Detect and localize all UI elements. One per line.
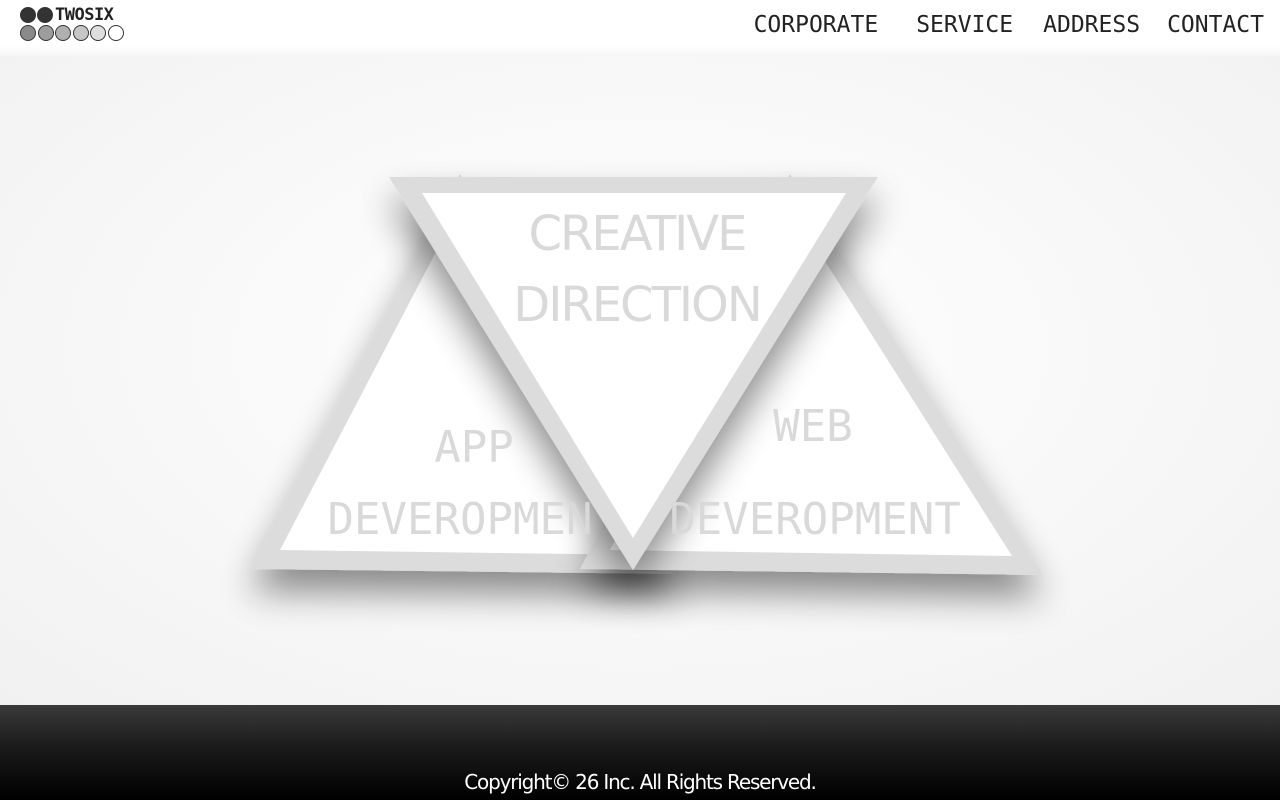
nav-item-service[interactable]: SERVICE: [916, 10, 1013, 40]
site-header: TWOSIX CORPORATE SERVICE ADDRESS CONTACT: [0, 0, 1280, 56]
logo-dot-icon: [107, 25, 124, 41]
nav-item-contact[interactable]: CONTACT: [1167, 10, 1264, 40]
nav-item-address[interactable]: ADDRESS: [1043, 10, 1140, 40]
logo-dot-icon: [90, 25, 106, 41]
main-nav: CORPORATE SERVICE ADDRESS CONTACT: [754, 10, 1264, 40]
brand-name: TWOSIX: [55, 5, 114, 25]
brand-logo[interactable]: TWOSIX: [20, 5, 130, 45]
creative-label-line2: DIRECTION: [513, 277, 760, 333]
nav-item-corporate[interactable]: CORPORATE: [754, 10, 879, 40]
logo-dot-icon: [20, 25, 36, 41]
copyright-text: Copyright© 26 Inc. All Rights Reserved.: [464, 770, 817, 794]
web-label-line1: WEB: [773, 401, 852, 452]
app-label-line1: APP: [434, 422, 513, 473]
logo-dots-bottom: [20, 25, 125, 41]
logo-dot-icon: [37, 7, 53, 23]
logo-dot-icon: [20, 7, 36, 23]
triangles-graphic: APP DEVEROPMEN CREATIVE DIRECTION WEB DE…: [250, 174, 1043, 575]
logo-dot-icon: [37, 25, 54, 41]
logo-dot-icon: [55, 25, 71, 41]
app-label-line2: DEVEROPMEN: [328, 494, 593, 545]
logo-dots-top: [20, 7, 54, 23]
site-footer: Copyright© 26 Inc. All Rights Reserved.: [0, 705, 1280, 800]
logo-dot-icon: [72, 25, 89, 41]
web-label-line2: DEVEROPMENT: [669, 494, 960, 545]
creative-label-line1: CREATIVE: [529, 206, 746, 262]
hero-stage: APP DEVEROPMEN CREATIVE DIRECTION WEB DE…: [0, 56, 1280, 705]
